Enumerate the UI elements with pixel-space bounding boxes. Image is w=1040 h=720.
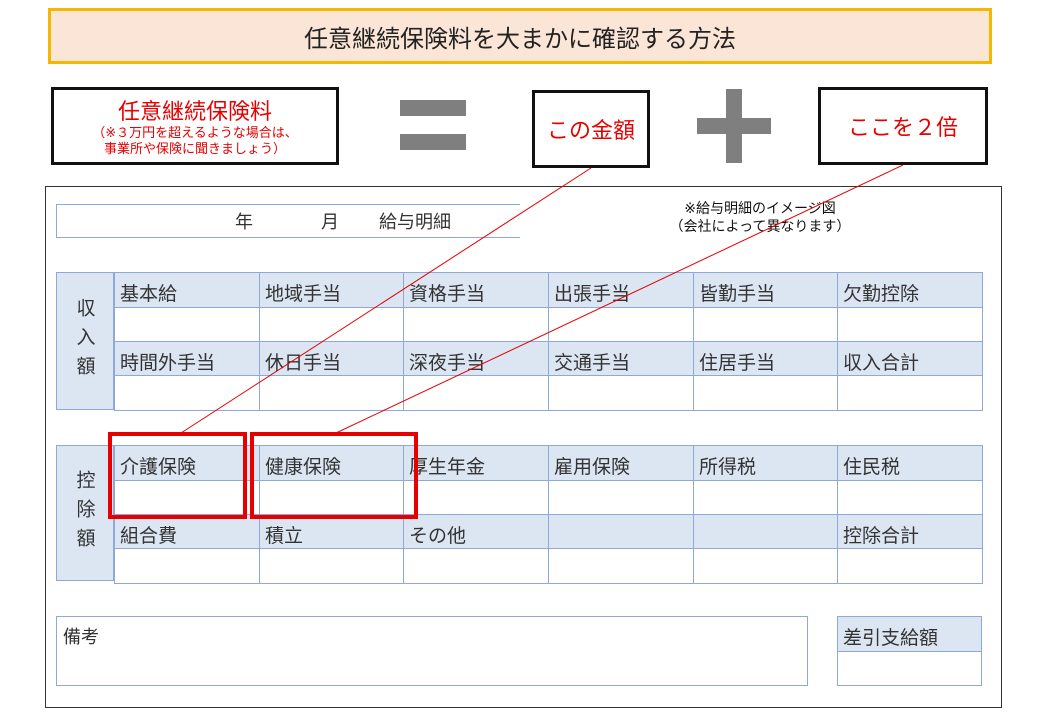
connector-lines bbox=[180, 164, 904, 434]
connector-line-double bbox=[335, 164, 904, 434]
connector-line-amount bbox=[180, 167, 592, 434]
